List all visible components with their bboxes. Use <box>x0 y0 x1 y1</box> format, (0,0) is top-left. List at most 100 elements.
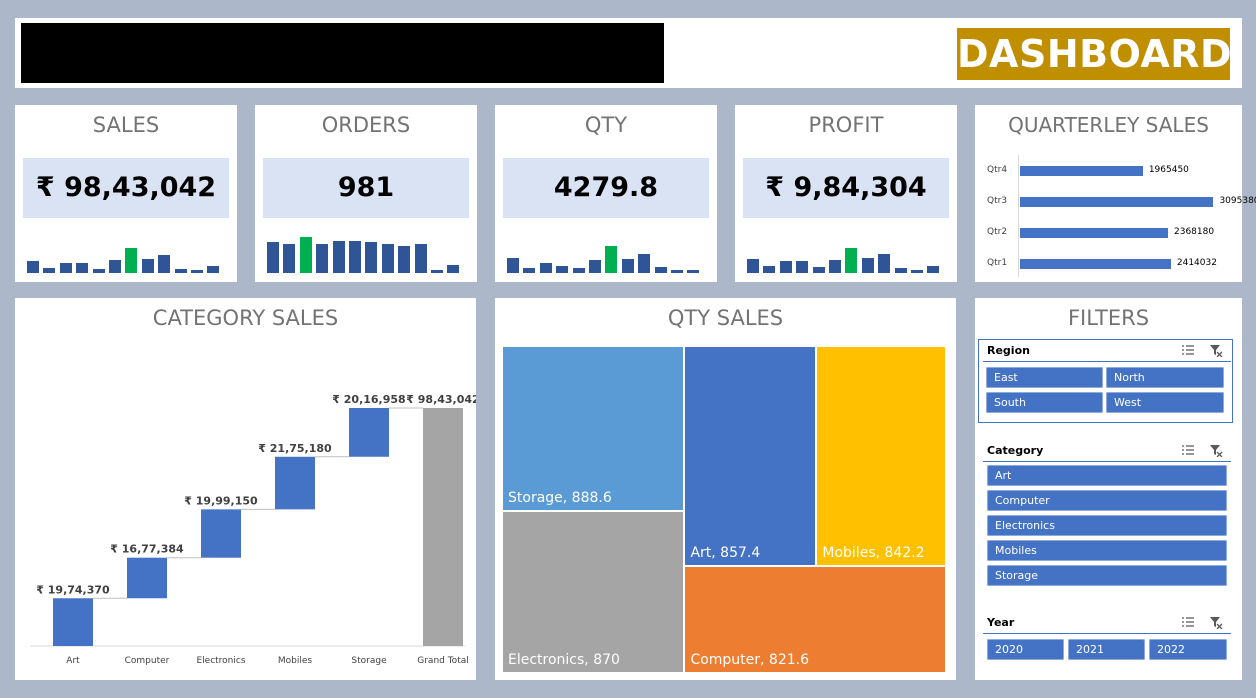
sparkline-bar <box>59 262 72 273</box>
sparkline-bar <box>556 265 569 273</box>
sparkline-bar <box>349 240 361 273</box>
multi-select-icon[interactable] <box>1181 615 1195 629</box>
quarterly-bar <box>1020 166 1143 176</box>
sparkline-bar <box>878 254 891 273</box>
quarterly-row: Qtr2 2368180 <box>975 226 1242 240</box>
treemap-tile: Electronics, 870 <box>502 511 685 673</box>
sparkline-bar <box>27 261 39 273</box>
kpi-profit-value: ₹ 9,84,304 <box>743 158 949 218</box>
kpi-qty-card: QTY 4279.8 <box>495 105 717 282</box>
region-slicer-chip[interactable]: West <box>1106 392 1224 413</box>
sparkline-bar <box>299 237 312 273</box>
sparkline-bar <box>671 270 683 273</box>
quarterly-category-label: Qtr2 <box>987 227 1008 237</box>
year-slicer-chip[interactable]: 2021 <box>1068 639 1145 660</box>
quarterly-category-label: Qtr3 <box>987 196 1008 206</box>
kpi-sales-card: SALES ₹ 98,43,042 <box>15 105 237 282</box>
sparkline-bar <box>507 257 519 273</box>
sparkline-bar <box>174 268 187 273</box>
dashboard-title: DASHBOARD <box>957 28 1232 80</box>
clear-filter-icon[interactable] <box>1209 343 1223 357</box>
sparkline-bar <box>414 244 427 273</box>
sparkline-bar <box>43 267 56 273</box>
region-slicer-header: Region <box>983 340 1231 362</box>
waterfall-category-label: Grand Total <box>417 656 469 666</box>
sparkline-bar <box>76 262 89 273</box>
sparkline-bar <box>365 241 378 273</box>
multi-select-icon[interactable] <box>1181 343 1195 357</box>
sparkline-bar <box>191 270 203 273</box>
treemap-tile-label: Art, 857.4 <box>690 545 761 562</box>
sparkline-bar <box>207 265 220 273</box>
waterfall-data-label: ₹ 98,43,042 <box>406 393 476 406</box>
sparkline-bar <box>911 270 923 273</box>
sparkline-bar <box>539 263 552 273</box>
kpi-profit-title: PROFIT <box>808 113 884 137</box>
sparkline-bar <box>927 265 940 273</box>
clear-filter-icon[interactable] <box>1209 615 1223 629</box>
quarterly-value-label: 2368180 <box>1174 227 1215 237</box>
kpi-orders-value: 981 <box>263 158 469 218</box>
sparkline-bar <box>589 260 601 273</box>
year-slicer-header: Year <box>983 612 1231 634</box>
multi-select-icon[interactable] <box>1181 443 1195 457</box>
waterfall-category-label: Computer <box>125 656 170 666</box>
treemap-tile: Storage, 888.6 <box>502 346 685 512</box>
sparkline-bar <box>381 244 394 273</box>
waterfall-data-label: ₹ 20,16,958 <box>332 393 405 406</box>
category-slicer-chip[interactable]: Storage <box>987 565 1227 586</box>
kpi-orders-sparkline <box>255 231 477 273</box>
kpi-orders-card: ORDERS 981 <box>255 105 477 282</box>
year-slicer: Year 2020 2021 2022 <box>983 612 1231 660</box>
treemap-tile: Computer, 821.6 <box>684 566 946 673</box>
sparkline-bar <box>109 260 121 273</box>
treemap-tile-label: Storage, 888.6 <box>508 490 612 507</box>
sparkline-bar <box>829 260 841 273</box>
region-slicer-chip[interactable]: East <box>986 367 1103 388</box>
sparkline-bar <box>796 261 809 273</box>
redacted-block <box>21 23 664 83</box>
category-slicer-chip[interactable]: Art <box>987 465 1227 486</box>
waterfall-data-label: ₹ 19,99,150 <box>184 494 258 507</box>
sparkline-bar <box>283 244 296 273</box>
quarterly-bar <box>1020 259 1171 269</box>
quarterly-value-label: 3095380 <box>1219 196 1256 206</box>
sparkline-bar <box>654 266 667 273</box>
waterfall-category-label: Electronics <box>196 656 245 666</box>
quarterly-sales-title: QUARTERLEY SALES <box>1008 113 1209 137</box>
year-slicer-chip[interactable]: 2022 <box>1149 639 1227 660</box>
quarterly-value-label: 1965450 <box>1148 165 1189 175</box>
sparkline-bar <box>747 259 759 273</box>
region-slicer: Region East North South West <box>983 340 1231 413</box>
waterfall-bar <box>201 509 241 558</box>
sparkline-bar <box>621 258 634 273</box>
quarterly-bar <box>1020 197 1214 207</box>
category-slicer-chip[interactable]: Electronics <box>987 515 1227 536</box>
year-slicer-title: Year <box>987 616 1015 629</box>
region-slicer-chip[interactable]: South <box>986 392 1103 413</box>
filters-panel: FILTERS Region East North South West Cat… <box>975 298 1242 680</box>
kpi-sales-value: ₹ 98,43,042 <box>23 158 229 218</box>
header-bar: DASHBOARD <box>15 18 1242 88</box>
category-sales-panel: CATEGORY SALES ₹ 19,74,370 Art ₹ 16,77,384… <box>15 298 476 680</box>
qty-sales-panel: QTY SALES Storage, 888.6 Electronics, 870… <box>495 298 956 680</box>
waterfall-category-label: Storage <box>351 656 387 666</box>
sparkline-bar <box>125 247 138 273</box>
sparkline-bar <box>687 270 700 273</box>
year-slicer-chip[interactable]: 2020 <box>987 639 1064 660</box>
sparkline-bar <box>431 270 443 273</box>
category-slicer-header: Category <box>983 440 1231 462</box>
region-slicer-chip[interactable]: North <box>1106 367 1224 388</box>
category-slicer-chip[interactable]: Computer <box>987 490 1227 511</box>
kpi-orders-title: ORDERS <box>321 113 411 137</box>
treemap-tile-label: Electronics, 870 <box>508 651 620 668</box>
treemap-tile: Mobiles, 842.2 <box>816 346 946 567</box>
sparkline-bar <box>861 257 874 273</box>
sparkline-bar <box>158 255 171 273</box>
waterfall-bar <box>127 557 167 599</box>
clear-filter-icon[interactable] <box>1209 443 1223 457</box>
waterfall-category-label: Mobiles <box>278 656 313 666</box>
waterfall-data-label: ₹ 21,75,180 <box>258 442 332 455</box>
treemap-tile: Art, 857.4 <box>684 346 817 567</box>
category-slicer-chip[interactable]: Mobiles <box>987 540 1227 561</box>
